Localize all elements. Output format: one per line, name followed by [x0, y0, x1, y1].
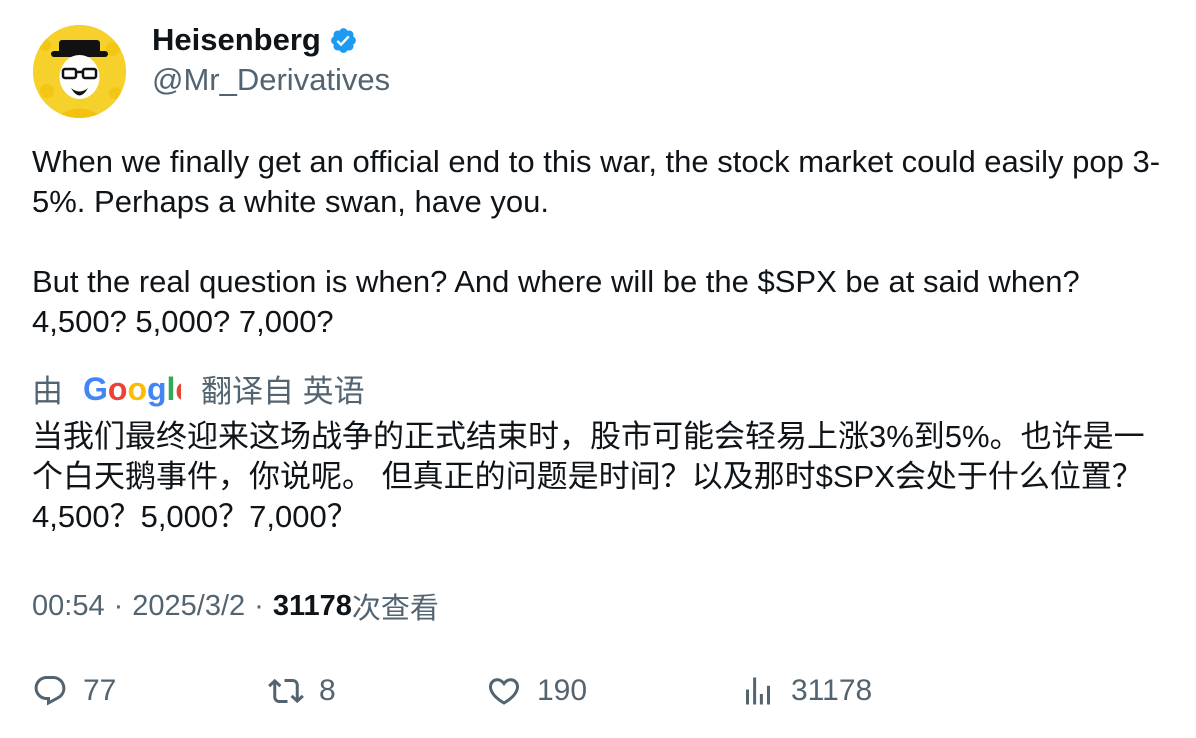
meta-separator: ·	[113, 589, 124, 622]
author-name[interactable]: Heisenberg	[152, 22, 321, 58]
google-logo[interactable]: Google	[83, 370, 193, 408]
translated-text: 当我们最终迎来这场战争的正式结束时，股市可能会轻易上涨3%到5%。也许是一个白天…	[32, 419, 1145, 534]
translation-attribution: 由 Google 翻译自 英语	[32, 366, 365, 411]
views-count: 31178	[791, 674, 873, 707]
reply-count: 77	[83, 674, 117, 707]
tweet-time[interactable]: 00:54	[32, 590, 105, 623]
retweet-count: 8	[319, 674, 336, 707]
google-logo-text: Google	[83, 371, 193, 407]
views-chart-icon	[746, 677, 770, 705]
reply-button[interactable]: 77	[32, 673, 116, 709]
avatar[interactable]	[33, 25, 126, 118]
author-handle[interactable]: @Mr_Derivatives	[152, 62, 390, 98]
tweet-text: When we finally get an official end to t…	[32, 144, 1161, 339]
like-count: 190	[537, 674, 588, 707]
heart-icon	[488, 678, 520, 705]
translation-prefix: 由	[32, 374, 63, 409]
translation-suffix: 翻译自 英语	[201, 374, 365, 409]
tweet-meta: 00:54 · 2025/3/2 · 31178 次查看	[32, 585, 439, 627]
views-button[interactable]: 31178	[740, 673, 872, 709]
avatar-illustration	[33, 25, 126, 118]
svg-text:Google: Google	[83, 371, 181, 407]
author-name-row[interactable]: Heisenberg	[152, 22, 358, 58]
verified-badge-icon	[329, 26, 358, 55]
retweet-button[interactable]: 8	[268, 673, 336, 709]
like-button[interactable]: 190	[486, 673, 587, 709]
action-bar: 77 8 190 31178	[0, 668, 1196, 718]
meta-views-label: 次查看	[351, 593, 439, 625]
meta-separator: ·	[254, 589, 264, 622]
reply-icon	[34, 676, 66, 706]
meta-views-count: 31178	[272, 589, 352, 622]
retweet-icon	[268, 678, 304, 704]
tweet-date[interactable]: 2025/3/2	[132, 590, 245, 623]
